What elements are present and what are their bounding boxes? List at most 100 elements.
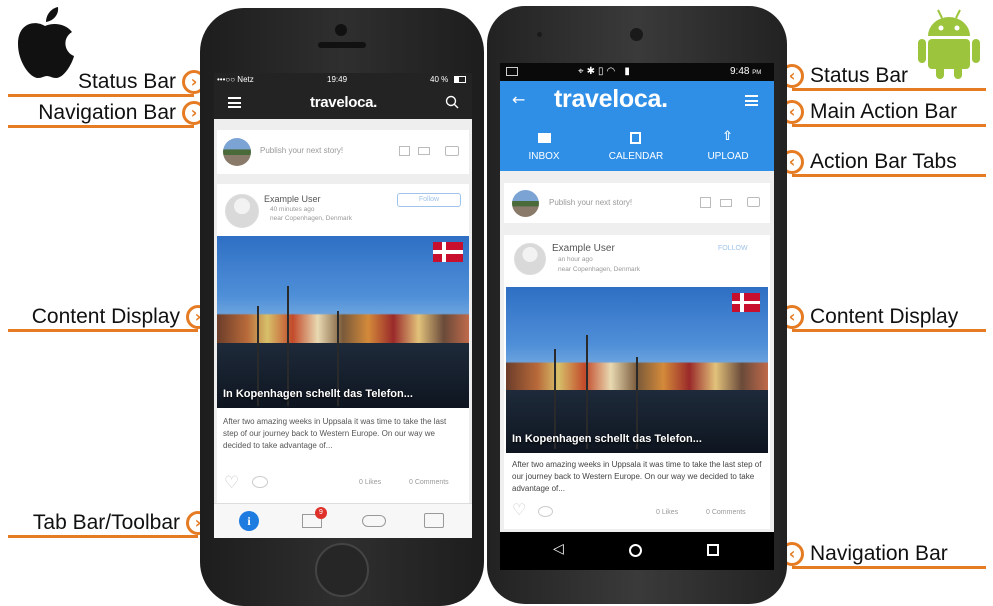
- iphone-speaker: [318, 42, 366, 48]
- denmark-flag-icon: [732, 293, 760, 312]
- story-prompt: Publish your next story!: [260, 146, 344, 155]
- android-clock-time: 9:48: [730, 66, 750, 77]
- camera-icon[interactable]: [747, 197, 760, 207]
- callout-label: Navigation Bar: [810, 542, 948, 565]
- search-icon[interactable]: [445, 95, 459, 109]
- camera-tab-icon[interactable]: [424, 513, 444, 528]
- info-tab-icon[interactable]: i: [239, 511, 259, 531]
- app-logo: traveloca.: [310, 94, 378, 111]
- android-clock-ampm: PM: [752, 70, 762, 76]
- callout-line: [8, 535, 198, 538]
- recents-square-icon[interactable]: [707, 544, 719, 556]
- avatar: [512, 190, 539, 217]
- back-arrow-icon[interactable]: ←: [512, 90, 525, 109]
- story-prompt: Publish your next story!: [549, 198, 633, 207]
- callout-line: [8, 125, 194, 128]
- avatar: [514, 243, 546, 275]
- denmark-flag-icon: [433, 242, 463, 262]
- ios-battery-text: 40 %: [430, 75, 449, 84]
- avatar: [225, 194, 259, 228]
- iphone-screen: •••○○ Netz 19:49 40 % traveloca. Publish…: [214, 73, 472, 538]
- menu-icon[interactable]: [745, 95, 758, 106]
- back-triangle-icon[interactable]: ◁: [553, 541, 564, 557]
- post-photo[interactable]: In Kopenhagen schellt das Telefon...: [217, 236, 469, 408]
- status-icons: ⌖✱▯◠ ▮: [578, 66, 633, 77]
- tab-inbox[interactable]: INBOX: [518, 151, 570, 162]
- post-card: Example User an hour ago near Copenhagen…: [504, 235, 770, 529]
- avatar: [223, 138, 251, 166]
- comments-count: 0 Comments: [706, 509, 746, 516]
- callout-android-action-bar-tabs: Action Bar Tabs ‹: [780, 150, 986, 177]
- follow-button[interactable]: FOLLOW: [718, 245, 748, 252]
- android-navigation-bar: ◁: [500, 532, 774, 570]
- post-time: 40 minutes ago: [270, 206, 315, 213]
- edit-icon[interactable]: [399, 146, 410, 156]
- callout-ios-content-display: Content Display ›: [8, 305, 210, 332]
- callout-android-main-action-bar: Main Action Bar ‹: [780, 100, 986, 127]
- edit-icon[interactable]: [700, 197, 711, 208]
- callout-line: [8, 94, 194, 97]
- android-status-bar: ⌖✱▯◠ ▮ 9:48 PM: [500, 63, 774, 81]
- photo-mast: [586, 335, 588, 449]
- callout-line: [792, 566, 986, 569]
- comment-icon[interactable]: [538, 506, 553, 517]
- upload-icon[interactable]: ⇧: [722, 129, 733, 144]
- home-circle-icon[interactable]: [629, 544, 642, 557]
- app-logo: traveloca.: [554, 85, 668, 113]
- post-time: an hour ago: [558, 256, 593, 263]
- android-screen: ⌖✱▯◠ ▮ 9:48 PM ← traveloca. INBOX CALEND…: [500, 63, 774, 570]
- comment-icon[interactable]: [252, 476, 268, 488]
- callout-label: Status Bar: [77, 70, 176, 93]
- cloud-tab-icon[interactable]: [362, 515, 386, 527]
- heart-icon[interactable]: ♡: [224, 474, 239, 491]
- menu-icon[interactable]: [228, 97, 241, 108]
- android-clock: 9:48 PM: [730, 63, 761, 82]
- heart-icon[interactable]: ♡: [512, 503, 526, 519]
- ios-carrier: •••○○ Netz: [217, 75, 254, 84]
- post-author[interactable]: Example User: [552, 243, 615, 254]
- tab-calendar[interactable]: CALENDAR: [605, 151, 667, 162]
- callout-ios-status-bar: Status Bar ›: [8, 70, 206, 97]
- story-composer[interactable]: Publish your next story!: [504, 183, 770, 223]
- post-excerpt: After two amazing weeks in Uppsala it wa…: [223, 417, 447, 450]
- android-main-action-bar: ← traveloca. INBOX CALENDAR ⇧ UPLOAD: [500, 81, 774, 171]
- callout-label: Tab Bar/Toolbar: [32, 511, 180, 534]
- tab-upload[interactable]: UPLOAD: [700, 151, 756, 162]
- android-camera: [630, 28, 643, 41]
- callout-line: [8, 329, 198, 332]
- video-icon[interactable]: [418, 147, 430, 155]
- post-photo[interactable]: In Kopenhagen schellt das Telefon...: [506, 287, 768, 453]
- ios-clock: 19:49: [327, 75, 348, 84]
- ios-status-bar: •••○○ Netz 19:49 40 %: [214, 73, 472, 86]
- comments-count: 0 Comments: [409, 479, 449, 486]
- callout-label: Content Display: [31, 305, 180, 328]
- callout-android-navigation-bar: Navigation Bar ‹: [780, 542, 986, 569]
- callout-label: Action Bar Tabs: [810, 150, 957, 173]
- camera-icon[interactable]: [445, 146, 459, 156]
- post-caption: In Kopenhagen schellt das Telefon...: [223, 388, 413, 400]
- image-notification-icon: [506, 67, 518, 76]
- ios-navigation-bar: traveloca.: [214, 86, 472, 119]
- follow-button[interactable]: Follow: [397, 193, 461, 207]
- mail-icon[interactable]: [538, 133, 551, 143]
- callout-android-status-bar: Status Bar ‹: [780, 64, 986, 91]
- follow-label: Follow: [418, 196, 440, 203]
- callout-label: Content Display: [810, 305, 959, 328]
- video-icon[interactable]: [720, 199, 732, 207]
- likes-count: 0 Likes: [359, 479, 382, 486]
- post-author[interactable]: Example User: [264, 194, 321, 204]
- calendar-icon[interactable]: [630, 132, 641, 144]
- ios-tab-bar: i 9: [214, 503, 472, 538]
- callout-label: Main Action Bar: [810, 100, 958, 123]
- callout-line: [792, 329, 986, 332]
- callout-line: [792, 124, 986, 127]
- callout-android-content-display: Content Display ‹: [780, 305, 986, 332]
- post-excerpt: After two amazing weeks in Uppsala it wa…: [512, 460, 762, 493]
- callout-label: Navigation Bar: [38, 101, 176, 124]
- apple-logo-icon: [18, 7, 74, 79]
- callout-ios-navigation-bar: Navigation Bar ›: [8, 101, 206, 128]
- callout-line: [792, 174, 986, 177]
- iphone-home-button[interactable]: [315, 543, 369, 597]
- story-composer[interactable]: Publish your next story!: [217, 130, 469, 174]
- callout-ios-tab-bar: Tab Bar/Toolbar ›: [8, 511, 210, 538]
